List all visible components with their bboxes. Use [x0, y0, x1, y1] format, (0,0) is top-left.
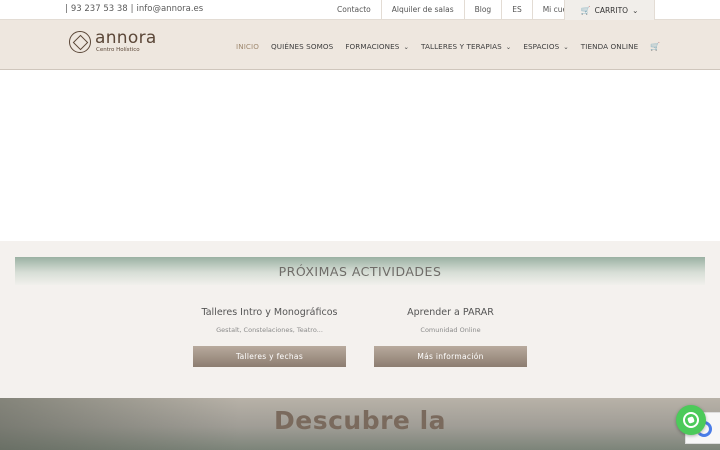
discover-banner: Descubre la — [0, 398, 720, 450]
main-nav: INICIO QUIÉNES SOMOS FORMACIONES ⌄ TALLER… — [236, 40, 660, 52]
activity-title: Aprender a PARAR — [407, 307, 494, 318]
chevron-down-icon: ⌄ — [403, 42, 410, 51]
chevron-down-icon: ⌄ — [505, 42, 512, 51]
nav-item-inicio[interactable]: INICIO — [236, 42, 259, 51]
language-switcher[interactable]: ES — [501, 0, 532, 20]
top-nav: Contacto Alquiler de salas Blog ES Mi cu… — [327, 0, 599, 20]
logo-mark-icon — [69, 30, 91, 53]
activity-subtitle: Comunidad Online — [420, 326, 481, 334]
talleres-fechas-button[interactable]: Talleres y fechas — [193, 346, 346, 367]
whatsapp-icon — [683, 412, 699, 428]
nav-cart-icon[interactable]: 🛒 — [650, 42, 660, 51]
nav-item-talleres-terapias[interactable]: TALLERES Y TERAPIAS ⌄ — [421, 42, 511, 51]
top-link-blog[interactable]: Blog — [463, 0, 502, 20]
whatsapp-button[interactable] — [676, 405, 706, 435]
top-bar: | 93 237 53 38 | info@annora.es Contacto Al… — [0, 0, 720, 20]
main-header: annora Centro Holístico INICIO QUIÉNES S… — [0, 20, 720, 70]
email-link[interactable]: info@annora.es — [137, 4, 204, 14]
banner-title: Descubre la — [273, 406, 447, 435]
logo-brand: annora — [95, 28, 157, 48]
phone-number[interactable]: 93 237 53 38 — [71, 4, 128, 14]
activity-column-talleres: Talleres Intro y Monográficos Gestalt, C… — [193, 307, 346, 334]
nav-item-quienes-somos[interactable]: QUIÉNES SOMOS — [271, 42, 333, 51]
nav-item-formaciones[interactable]: FORMACIONES ⌄ — [345, 42, 409, 51]
top-link-alquiler[interactable]: Alquiler de salas — [380, 0, 464, 20]
chevron-down-icon: ⌄ — [563, 42, 569, 51]
activity-subtitle: Gestalt, Constelaciones, Teatro... — [216, 326, 323, 334]
activity-column-parar: Aprender a PARAR Comunidad Online — [374, 307, 527, 334]
chevron-down-icon: ⌄ — [632, 5, 639, 15]
nav-item-espacios[interactable]: ESPACIOS ⌄ — [523, 42, 568, 51]
hero-area — [0, 71, 720, 241]
cart-icon: 🛒 — [580, 5, 591, 15]
cart-button[interactable]: 🛒 CARRITO ⌄ — [564, 0, 655, 20]
site-logo[interactable]: annora Centro Holístico — [69, 30, 157, 54]
contact-info: | 93 237 53 38 | info@annora.es — [65, 4, 204, 14]
activity-title: Talleres Intro y Monográficos — [201, 307, 338, 318]
activities-section: PRÓXIMAS ACTIVIDADES Talleres Intro y Mo… — [0, 241, 720, 398]
activities-title: PRÓXIMAS ACTIVIDADES — [278, 263, 442, 279]
nav-item-tienda-online[interactable]: TIENDA ONLINE — [581, 42, 638, 51]
logo-tagline: Centro Holístico — [96, 47, 140, 53]
activities-header-band: PRÓXIMAS ACTIVIDADES — [15, 257, 705, 285]
top-link-contacto[interactable]: Contacto — [327, 0, 381, 20]
cart-label: CARRITO — [594, 5, 629, 15]
mas-informacion-button[interactable]: Más información — [374, 346, 527, 367]
